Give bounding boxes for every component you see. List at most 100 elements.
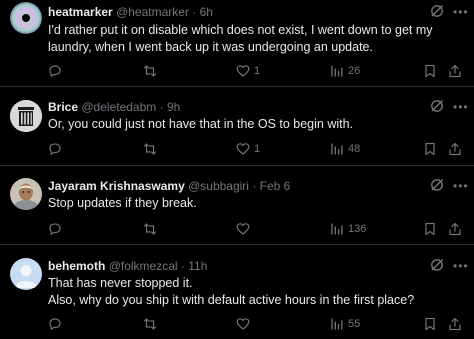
reply-button[interactable] [48, 221, 66, 237]
separator-dot: · [180, 259, 185, 273]
user-handle[interactable]: @deletedabm [81, 100, 156, 114]
timestamp[interactable]: 6h [200, 5, 213, 19]
tweet-text: That has never stopped it. Also, why do … [48, 275, 444, 309]
reply-button[interactable] [48, 63, 66, 79]
tweet[interactable]: Brice @deletedabm · 9h ••• Or, you could… [0, 87, 474, 166]
tweet-text: I'd rather put it on disable which does … [48, 22, 444, 56]
share-icon [449, 317, 461, 331]
reply-icon [49, 223, 61, 235]
bookmark-button[interactable] [423, 63, 437, 79]
reply-icon [49, 65, 61, 77]
share-icon [449, 64, 461, 78]
views-icon [331, 223, 343, 235]
tweet-text-line: I'd rather put it on disable which does … [48, 23, 433, 37]
reply-icon [49, 318, 61, 330]
views-icon [331, 65, 343, 77]
tweet-actions: 1 26 [48, 63, 472, 79]
tweet-header: heatmarker @heatmarker · 6h [48, 5, 213, 19]
tweet-header: behemoth @folkmezcal · 11h [48, 259, 207, 273]
tweet-header: Brice @deletedabm · 9h [48, 100, 180, 114]
grok-icon[interactable] [430, 258, 444, 272]
like-button[interactable]: 1 [236, 141, 260, 157]
separator-dot: · [192, 5, 197, 19]
tweet-text-line: That has never stopped it. [48, 276, 193, 290]
grok-icon[interactable] [430, 99, 444, 113]
bookmark-button[interactable] [423, 316, 437, 332]
bookmark-button[interactable] [423, 141, 437, 157]
heart-icon [236, 65, 250, 77]
retweet-icon [143, 65, 157, 77]
like-button[interactable]: 1 [236, 63, 260, 79]
display-name[interactable]: behemoth [48, 259, 105, 273]
timestamp[interactable]: 9h [167, 100, 180, 114]
more-icon[interactable]: ••• [453, 6, 468, 22]
retweet-button[interactable] [143, 141, 161, 157]
tweet-actions: 136 [48, 221, 472, 237]
bookmark-icon [425, 142, 435, 156]
separator-dot: · [159, 100, 164, 114]
display-name[interactable]: Brice [48, 100, 78, 114]
avatar[interactable] [10, 2, 42, 34]
view-count: 26 [348, 65, 361, 77]
user-handle[interactable]: @heatmarker [116, 5, 189, 19]
like-count: 1 [254, 65, 261, 77]
separator-dot: · [252, 179, 257, 193]
heart-icon [236, 223, 250, 235]
views-button[interactable]: 55 [330, 316, 360, 332]
like-count: 1 [254, 143, 261, 155]
grok-icon[interactable] [430, 4, 444, 18]
tweet-text: Stop updates if they break. [48, 195, 444, 212]
more-icon[interactable]: ••• [453, 101, 468, 117]
grok-icon[interactable] [430, 178, 444, 192]
tweet[interactable]: heatmarker @heatmarker · 6h ••• I'd rath… [0, 0, 474, 87]
views-icon [331, 143, 343, 155]
retweet-icon [143, 223, 157, 235]
tweet-text-line: Stop updates if they break. [48, 196, 197, 210]
tweet[interactable]: behemoth @folkmezcal · 11h ••• That has … [0, 245, 474, 339]
user-handle[interactable]: @subbagiri [188, 179, 249, 193]
user-handle[interactable]: @folkmezcal [109, 259, 178, 273]
display-name[interactable]: Jayaram Krishnaswamy [48, 179, 185, 193]
reply-button[interactable] [48, 316, 66, 332]
like-button[interactable] [236, 316, 254, 332]
heart-icon [236, 318, 250, 330]
avatar[interactable] [10, 178, 42, 210]
share-button[interactable] [448, 63, 462, 79]
retweet-icon [143, 318, 157, 330]
tweet-text-line: Or, you could just not have that in the … [48, 117, 354, 131]
avatar[interactable] [10, 258, 42, 290]
tweet-actions: 1 48 [48, 141, 472, 157]
view-count: 55 [348, 318, 361, 330]
share-button[interactable] [448, 316, 462, 332]
tweet-actions: 55 [48, 316, 472, 332]
views-button[interactable]: 48 [330, 141, 360, 157]
share-button[interactable] [448, 141, 462, 157]
more-icon[interactable]: ••• [453, 180, 468, 196]
views-icon [331, 318, 343, 330]
share-icon [449, 142, 461, 156]
share-icon [449, 222, 461, 236]
share-button[interactable] [448, 221, 462, 237]
tweet[interactable]: Jayaram Krishnaswamy @subbagiri · Feb 6 … [0, 166, 474, 245]
reply-button[interactable] [48, 141, 66, 157]
views-button[interactable]: 26 [330, 63, 360, 79]
avatar[interactable] [10, 100, 42, 132]
heart-icon [236, 143, 250, 155]
retweet-icon [143, 143, 157, 155]
retweet-button[interactable] [143, 221, 161, 237]
views-button[interactable]: 136 [330, 221, 366, 237]
timestamp[interactable]: Feb 6 [260, 179, 291, 193]
view-count: 136 [348, 223, 367, 235]
timestamp[interactable]: 11h [188, 259, 207, 273]
more-icon[interactable]: ••• [453, 260, 468, 276]
display-name[interactable]: heatmarker [48, 5, 113, 19]
retweet-button[interactable] [143, 63, 161, 79]
bookmark-icon [425, 222, 435, 236]
bookmark-icon [425, 317, 435, 331]
view-count: 48 [348, 143, 361, 155]
tweet-text: Or, you could just not have that in the … [48, 116, 444, 133]
like-button[interactable] [236, 221, 254, 237]
bookmark-icon [425, 64, 435, 78]
retweet-button[interactable] [143, 316, 161, 332]
bookmark-button[interactable] [423, 221, 437, 237]
